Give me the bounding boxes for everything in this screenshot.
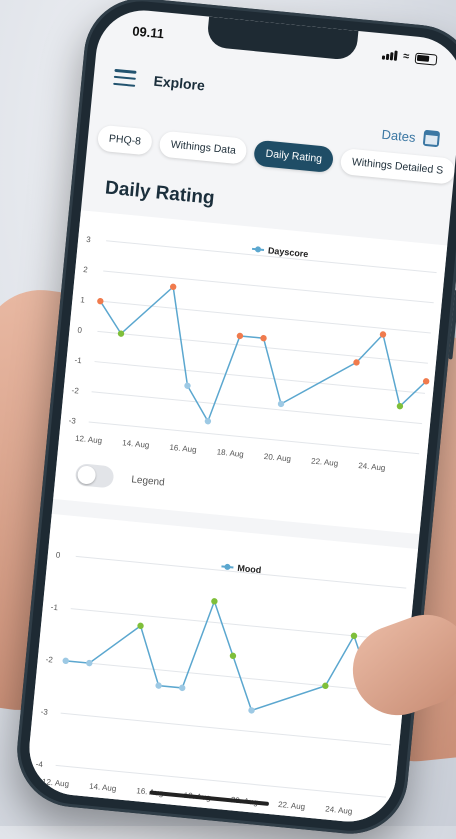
- x-tick-label: 24. Aug: [325, 804, 353, 816]
- x-tick-label: 24. Aug: [358, 461, 386, 473]
- data-point: [350, 632, 358, 640]
- grid-line: [94, 361, 426, 394]
- calendar-icon: [422, 129, 441, 148]
- y-tick-label: -3: [40, 707, 48, 717]
- series-line: [99, 285, 427, 423]
- y-tick-label: 3: [86, 235, 92, 244]
- x-tick-label: 18. Aug: [216, 447, 244, 459]
- data-point: [204, 418, 212, 425]
- legend-marker: [224, 563, 231, 570]
- y-tick-label: -2: [45, 655, 53, 665]
- x-tick-label: 20. Aug: [263, 452, 291, 464]
- y-tick-label: -1: [50, 603, 58, 613]
- data-point: [260, 335, 267, 342]
- signal-icon: [381, 49, 398, 61]
- legend-label: Mood: [237, 563, 262, 575]
- tab-daily-rating[interactable]: Daily Rating: [253, 139, 335, 174]
- data-point: [322, 682, 329, 690]
- battery-icon: [414, 52, 438, 66]
- dayscore-chart-card: 3 2 1 0 -1 -2 -3 12. Aug 14. Aug 16. Aug 18. Aug 20…: [53, 210, 448, 535]
- page-title: Explore: [152, 72, 206, 94]
- legend-toggle[interactable]: [74, 462, 115, 489]
- grid-line: [88, 421, 420, 455]
- x-tick-label: 22. Aug: [311, 456, 339, 468]
- x-tick-label: 12. Aug: [42, 777, 70, 789]
- hamburger-menu-icon[interactable]: [113, 68, 137, 87]
- x-tick-label: 14. Aug: [89, 782, 117, 794]
- status-time: 09.11: [131, 22, 165, 41]
- data-point: [184, 382, 191, 389]
- y-tick-label: -1: [74, 356, 82, 366]
- tab-withings-data[interactable]: Withings Data: [158, 130, 249, 165]
- wifi-icon: ≈: [402, 50, 410, 63]
- y-tick-label: -2: [71, 386, 79, 396]
- data-point: [155, 682, 162, 689]
- grid-line: [55, 764, 387, 798]
- y-tick-label: -4: [35, 759, 43, 769]
- tab-phq8[interactable]: PHQ-8: [96, 124, 154, 156]
- dates-button[interactable]: Dates: [380, 126, 441, 148]
- data-point: [277, 400, 285, 408]
- data-point: [211, 598, 218, 605]
- data-point: [248, 707, 255, 714]
- data-point: [229, 652, 237, 660]
- x-tick-label: 12. Aug: [75, 434, 103, 446]
- x-tick-label: 14. Aug: [122, 438, 150, 450]
- x-tick-label: 22. Aug: [278, 800, 306, 812]
- grid-line: [91, 391, 423, 425]
- y-tick-label: 2: [83, 265, 89, 274]
- y-tick-label: -3: [68, 416, 76, 426]
- legend-marker: [255, 246, 262, 253]
- notch: [206, 16, 359, 61]
- data-point: [179, 684, 186, 692]
- dates-label: Dates: [380, 126, 417, 145]
- tab-withings-detailed[interactable]: Withings Detailed S: [339, 147, 456, 185]
- grid-line: [100, 300, 431, 334]
- grid-line: [60, 712, 392, 746]
- data-point: [236, 332, 244, 340]
- y-tick-label: 0: [55, 550, 61, 559]
- data-point: [62, 657, 69, 665]
- status-icons: ≈: [381, 48, 438, 66]
- grid-line: [103, 270, 434, 304]
- x-tick-label: 16. Aug: [169, 443, 197, 455]
- y-tick-label: 0: [77, 325, 83, 334]
- y-tick-label: 1: [80, 295, 86, 304]
- grid-line: [65, 660, 397, 694]
- top-bar: Explore: [112, 62, 441, 123]
- section-title: Daily Rating: [104, 177, 216, 209]
- legend-toggle-label: Legend: [130, 473, 166, 488]
